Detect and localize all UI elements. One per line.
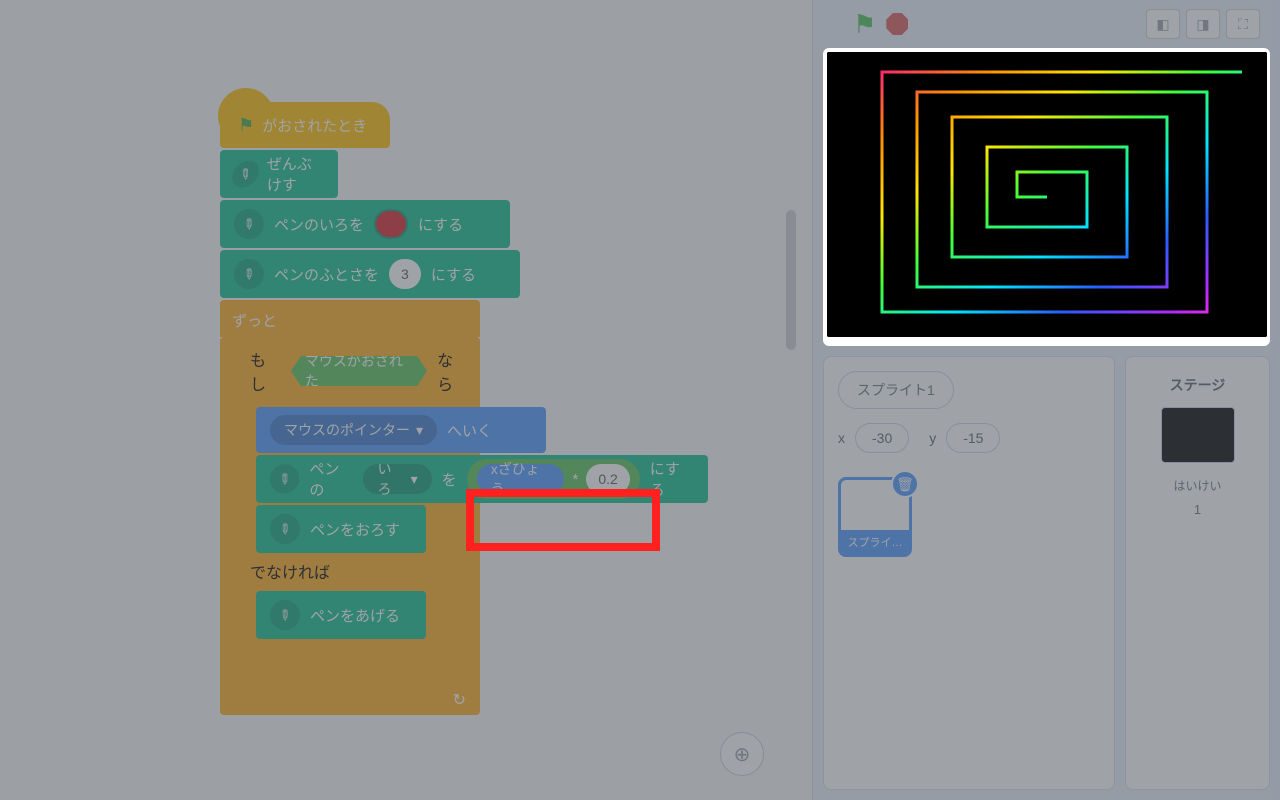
if-label: もし: [250, 347, 281, 395]
green-flag-icon: ⚑: [238, 115, 254, 136]
pen-prop-dropdown[interactable]: いろ ▾: [363, 464, 431, 494]
pen-down-block[interactable]: ✎ ペンをおろす: [256, 505, 426, 553]
pen-clear-label: ぜんぶけす: [267, 153, 324, 195]
mul-symbol: *: [572, 471, 578, 488]
stage-canvas[interactable]: [827, 52, 1267, 337]
x-label: x: [838, 430, 845, 446]
pen-up-label: ペンをあげる: [310, 605, 400, 626]
pen-size-pre: ペンのふとさを: [274, 264, 379, 285]
delete-sprite-button[interactable]: 🗑: [891, 470, 919, 498]
pen-prop-pre: ペンの: [309, 458, 353, 500]
pen-icon: ✎: [264, 508, 306, 550]
pen-icon: ✎: [264, 458, 306, 500]
x-input[interactable]: -30: [855, 423, 909, 453]
x-position-reporter[interactable]: xざひょう: [477, 464, 565, 494]
chevron-down-icon: ▾: [411, 471, 418, 488]
pen-set-size-block[interactable]: ✎ ペンのふとさを 3 にする: [220, 250, 520, 298]
backdrop-label: はいけい: [1173, 477, 1221, 494]
stage-header: ⚑ ◧ ◨ ⛶: [813, 0, 1280, 48]
pen-color-pre: ペンのいろを: [274, 214, 364, 235]
fullscreen-button[interactable]: ⛶: [1226, 9, 1260, 39]
sprite-info-panel: スプライト1 x -30 y -15 🗑 スプライ…: [823, 356, 1115, 790]
pen-size-input[interactable]: 3: [389, 259, 421, 289]
pen-size-post: にする: [431, 264, 476, 285]
trash-icon: 🗑: [896, 476, 914, 493]
mouse-down-reporter[interactable]: マウスがおされた: [291, 356, 427, 386]
y-label: y: [929, 430, 936, 446]
goto-dropdown[interactable]: マウスのポインター ▾: [270, 415, 437, 445]
sprite-thumb-label: スプライ…: [841, 530, 909, 554]
magnifier-plus-icon: ⊕: [734, 742, 751, 767]
pen-up-block[interactable]: ✎ ペンをあげる: [256, 591, 426, 639]
forever-label: ずっと: [232, 310, 277, 331]
workspace-scrollbar[interactable]: [786, 210, 796, 350]
pen-icon: ✎: [264, 594, 306, 636]
multiply-value-input[interactable]: 0.2: [586, 464, 629, 494]
when-flag-clicked-block[interactable]: ⚑ がおされたとき: [220, 102, 390, 148]
chevron-down-icon: ▾: [416, 422, 423, 439]
script-workspace[interactable]: ⚑ がおされたとき ✎ ぜんぶけす ✎ ペンのいろを にする ✎ ペンのふとさを…: [0, 0, 813, 800]
else-block[interactable]: でなければ: [238, 553, 480, 589]
backdrop-count: 1: [1194, 502, 1201, 517]
color-swatch[interactable]: [374, 209, 408, 239]
zoom-in-button[interactable]: ⊕: [720, 732, 764, 776]
pen-clear-block[interactable]: ✎ ぜんぶけす: [220, 150, 338, 198]
else-label: でなければ: [250, 559, 330, 583]
goto-post: へいく: [447, 420, 492, 441]
goto-block[interactable]: マウスのポインター ▾ へいく: [256, 407, 546, 453]
hat-label: がおされたとき: [262, 115, 367, 136]
sprite-name-input[interactable]: スプライト1: [838, 371, 954, 409]
forever-block[interactable]: ずっと: [220, 300, 480, 337]
pen-set-color-block[interactable]: ✎ ペンのいろを にする: [220, 200, 510, 248]
loop-icon: ↻: [453, 690, 466, 710]
sprite-thumbnail[interactable]: 🗑 スプライ…: [838, 477, 912, 557]
pen-prop-post: にする: [650, 458, 694, 500]
then-label: なら: [437, 347, 468, 395]
pen-color-post: にする: [418, 214, 463, 235]
large-stage-button[interactable]: ◨: [1186, 9, 1220, 39]
pen-change-prop-block[interactable]: ✎ ペンの いろ ▾ を xざひょう * 0.2: [256, 455, 708, 503]
backdrop-thumbnail[interactable]: [1161, 407, 1235, 463]
small-stage-button[interactable]: ◧: [1146, 9, 1180, 39]
y-input[interactable]: -15: [946, 423, 1000, 453]
stop-button[interactable]: [886, 13, 908, 35]
pen-prop-mid: を: [442, 469, 457, 490]
pen-icon: ✎: [227, 155, 264, 192]
stage-frame: [823, 48, 1270, 346]
forever-tail: ↻: [220, 685, 480, 715]
stage-info-panel: ステージ はいけい 1: [1125, 356, 1270, 790]
pen-icon: ✎: [228, 253, 270, 295]
pen-icon: ✎: [228, 203, 270, 245]
pen-down-label: ペンをおろす: [310, 519, 400, 540]
stage-panel-title: ステージ: [1170, 375, 1226, 395]
if-block[interactable]: もし マウスがおされた なら: [238, 337, 480, 405]
multiply-operator[interactable]: xざひょう * 0.2: [467, 459, 640, 499]
if-end-block: [238, 639, 480, 675]
green-flag-button[interactable]: ⚑: [853, 9, 876, 40]
